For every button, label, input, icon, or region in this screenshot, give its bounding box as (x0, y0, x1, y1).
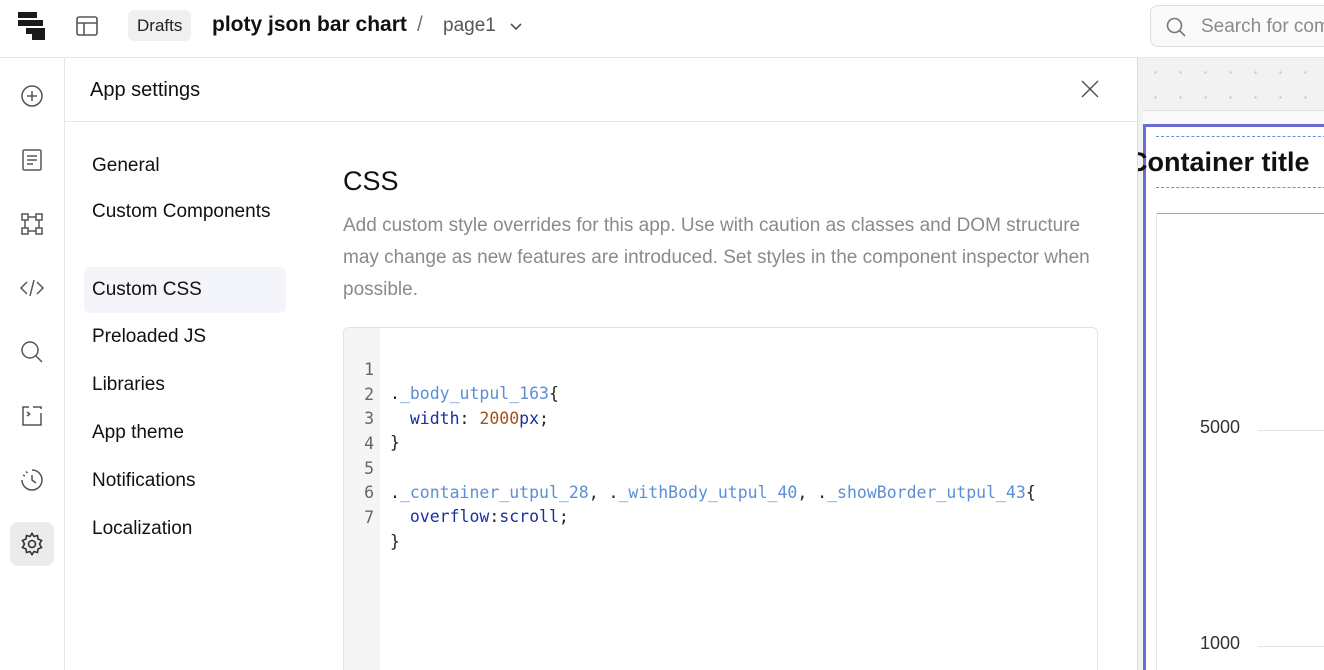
panel-title: App settings (90, 79, 201, 101)
code-token: { (548, 384, 559, 403)
css-settings-content: CSS Add custom style overrides for this … (343, 158, 1099, 306)
add-icon (21, 85, 43, 107)
page-selector[interactable]: page1 (443, 13, 496, 39)
chart-y-tick: 5000 (1200, 417, 1241, 437)
code-token: : (459, 409, 480, 428)
code-icon (19, 279, 45, 297)
code-token: ; (558, 507, 569, 526)
code-token: overflow (409, 507, 490, 526)
search-placeholder: Search for commands (1201, 16, 1324, 37)
app-canvas[interactable]: Container title 5000 1000 (1137, 58, 1324, 670)
nav-item-custom-components[interactable]: Custom Components (84, 196, 286, 260)
retool-logo-icon[interactable] (18, 12, 48, 40)
container-title: Container title (1137, 147, 1310, 177)
history-icon (21, 469, 43, 491)
nav-item-custom-css[interactable]: Custom CSS (84, 267, 286, 313)
code-text: } (390, 532, 400, 551)
nav-item-general[interactable]: General (84, 142, 286, 190)
code-token: : (489, 507, 500, 526)
search-icon (1166, 17, 1186, 37)
code-text: width: 2000px; (390, 407, 549, 431)
left-rail (0, 58, 65, 670)
container-divider (1156, 213, 1324, 214)
line-number: 7 (364, 508, 374, 527)
code-line: 6 overflow:scroll; (344, 457, 569, 526)
code-token: _withBody_utpul_40 (618, 483, 798, 502)
component-tree-button[interactable] (10, 202, 54, 246)
add-component-button[interactable] (10, 74, 54, 118)
command-search-input[interactable]: Search for commands (1150, 5, 1324, 47)
drafts-badge[interactable]: Drafts (128, 10, 192, 41)
code-line: 7 } (344, 482, 404, 551)
code-token: , . (588, 483, 619, 502)
css-code-editor[interactable]: 1 ._body_utpul_163{ 2 width: 2000px; 3 }… (343, 327, 1098, 670)
history-button[interactable] (10, 458, 54, 502)
code-line: 3 } (344, 383, 404, 452)
chart-axis-line (1156, 213, 1157, 670)
code-text: overflow:scroll; (390, 505, 569, 529)
code-token: px (519, 409, 540, 428)
code-text: ._body_utpul_163{ (390, 382, 559, 406)
section-title: CSS (343, 166, 399, 196)
settings-button[interactable] (10, 522, 54, 566)
settings-icon (21, 532, 43, 556)
debug-icon (22, 406, 42, 426)
nav-item-notifications[interactable]: Notifications (84, 457, 286, 505)
container-component[interactable]: Container title 5000 1000 (1138, 124, 1324, 670)
section-description: Add custom style overrides for this app.… (343, 215, 1090, 300)
settings-nav: General Custom Components Custom CSS Pre… (84, 142, 286, 553)
search-button[interactable] (10, 330, 54, 374)
code-token: width (409, 409, 460, 428)
panel-header: App settings (65, 58, 1137, 122)
code-text: ._container_utpul_28, ._withBody_utpul_4… (390, 481, 1036, 505)
code-line: 2 width: 2000px; (344, 359, 549, 428)
container-header[interactable]: Container title (1138, 136, 1324, 188)
top-bar: Drafts ploty json bar chart / page1 Sear… (0, 0, 1324, 58)
code-token: _showBorder_utpul_43 (827, 483, 1026, 502)
chart-gridline (1258, 430, 1324, 431)
code-token: _body_utpul_163 (399, 384, 549, 403)
layout-panel-icon[interactable] (74, 14, 100, 38)
search-icon (21, 341, 43, 363)
app-settings-panel: App settings General Custom Components C… (65, 58, 1137, 670)
chart-gridline (1258, 646, 1324, 647)
canvas-dot-grid (1138, 58, 1324, 110)
nav-item-preloaded-js[interactable]: Preloaded JS (84, 313, 286, 361)
code-line: 1 ._body_utpul_163{ (344, 334, 559, 403)
code-token: 2000 (479, 409, 520, 428)
code-token: , . (797, 483, 828, 502)
chart-y-tick: 1000 (1200, 633, 1241, 653)
components-icon (21, 213, 43, 235)
code-line: 5 ._container_utpul_28, ._withBody_utpul… (344, 433, 1036, 502)
code-token: scroll (499, 507, 559, 526)
code-token: ; (539, 409, 549, 428)
nav-item-localization[interactable]: Localization (84, 505, 286, 553)
nav-item-app-theme[interactable]: App theme (84, 409, 286, 457)
pages-button[interactable] (10, 138, 54, 182)
app-title[interactable]: ploty json bar chart (212, 12, 407, 38)
code-line: 4 (344, 408, 404, 453)
debug-button[interactable] (10, 394, 54, 438)
pages-icon (22, 149, 42, 171)
breadcrumb-separator: / (417, 13, 423, 36)
code-token: _container_utpul_28 (399, 483, 589, 502)
code-token: { (1025, 483, 1036, 502)
chevron-down-icon[interactable] (507, 17, 525, 35)
nav-item-libraries[interactable]: Libraries (84, 361, 286, 409)
code-button[interactable] (10, 266, 54, 310)
close-icon[interactable] (1077, 76, 1103, 102)
